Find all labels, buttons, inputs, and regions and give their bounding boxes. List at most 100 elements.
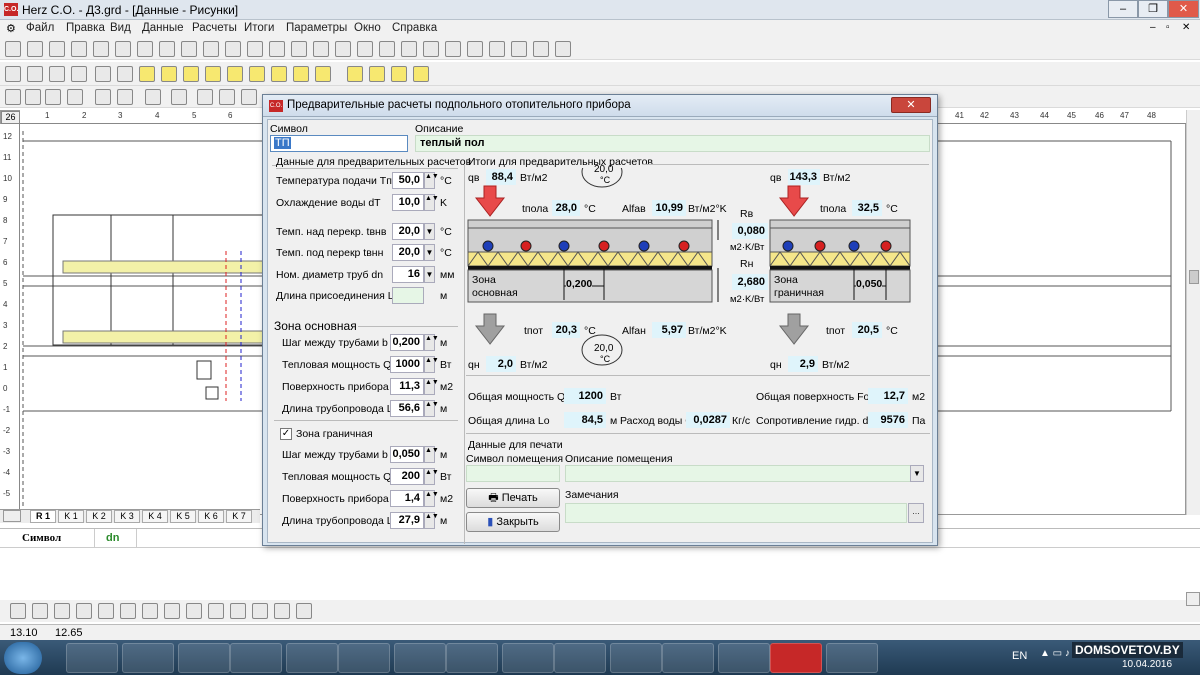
zone_main-value-3[interactable]: 56,6 xyxy=(390,400,424,417)
bottom-tool-icon[interactable] xyxy=(164,603,180,619)
taskbar-app-icon[interactable] xyxy=(122,643,174,673)
zone_edge-value-0[interactable]: 0,050 xyxy=(390,446,424,463)
taskbar-app-icon[interactable] xyxy=(338,643,390,673)
taskbar-app-icon[interactable] xyxy=(66,643,118,673)
sheet-tab-0[interactable]: R 1 xyxy=(30,510,56,523)
zone_edge-value-2[interactable]: 1,4 xyxy=(390,490,424,507)
column-dn[interactable]: dn xyxy=(95,529,137,547)
menu-item-8[interactable]: Справка xyxy=(392,22,437,34)
toolbar-icon[interactable] xyxy=(511,41,527,57)
system-menu-icon[interactable]: ⚙ xyxy=(6,22,16,35)
zone_edge-spinner-icon[interactable]: ▲▼ xyxy=(424,446,439,463)
toolbar-icon[interactable] xyxy=(555,41,571,57)
tool-icon[interactable] xyxy=(139,66,155,82)
room-desc-select[interactable] xyxy=(565,465,911,482)
dropdown-icon[interactable]: ▼ xyxy=(424,223,435,240)
input-value-0[interactable]: 50,0 xyxy=(392,172,424,189)
view-icon[interactable] xyxy=(45,89,61,105)
toolbar-icon[interactable] xyxy=(225,41,241,57)
bottom-tool-icon[interactable] xyxy=(274,603,290,619)
menu-item-1[interactable]: Правка xyxy=(66,22,105,34)
dropdown-icon[interactable]: ▼ xyxy=(424,244,435,261)
toolbar-icon[interactable] xyxy=(423,41,439,57)
toolbar-icon[interactable] xyxy=(93,41,109,57)
zone_main-value-2[interactable]: 11,3 xyxy=(390,378,424,395)
zone_main-spinner-icon[interactable]: ▲▼ xyxy=(424,334,439,351)
input-value-4[interactable]: 16 xyxy=(392,266,424,283)
taskbar-app-icon[interactable] xyxy=(662,643,714,673)
view-icon[interactable] xyxy=(25,89,41,105)
toolbar-icon[interactable] xyxy=(71,41,87,57)
input-value-3[interactable]: 20,0 xyxy=(392,244,424,261)
toolbar-icon[interactable] xyxy=(159,41,175,57)
zone_main-spinner-icon[interactable]: ▲▼ xyxy=(424,356,439,373)
taskbar-app-icon[interactable] xyxy=(230,643,282,673)
maximize-button[interactable]: ❐ xyxy=(1138,0,1168,18)
clock-time[interactable]: DOMSOVETOV.BY xyxy=(1072,642,1183,658)
view-icon[interactable] xyxy=(95,89,111,105)
menu-item-6[interactable]: Параметры xyxy=(286,22,347,34)
sheet-tab-7[interactable]: K 7 xyxy=(226,510,252,523)
dropdown-icon[interactable]: ▼ xyxy=(424,266,435,283)
zone_edge-spinner-icon[interactable]: ▲▼ xyxy=(424,468,439,485)
tool-icon[interactable] xyxy=(391,66,407,82)
tool-icon[interactable] xyxy=(369,66,385,82)
toolbar-icon[interactable] xyxy=(137,41,153,57)
tool-icon[interactable] xyxy=(413,66,429,82)
symbol-input[interactable]: ТП xyxy=(270,135,408,152)
sheet-nav-icon[interactable] xyxy=(3,510,21,522)
tray-icons[interactable]: ▲ ▭ ♪ xyxy=(1040,648,1070,659)
view-icon[interactable] xyxy=(67,89,83,105)
room-symbol-input[interactable] xyxy=(466,465,560,482)
sheet-tab-5[interactable]: K 5 xyxy=(170,510,196,523)
room-desc-dropdown-icon[interactable]: ▼ xyxy=(910,465,924,482)
zone_edge-value-3[interactable]: 27,9 xyxy=(390,512,424,529)
remarks-input[interactable] xyxy=(565,503,907,523)
spinner-icon[interactable]: ▲▼ xyxy=(424,172,439,189)
zone_main-value-1[interactable]: 1000 xyxy=(390,356,424,373)
toolbar-icon[interactable] xyxy=(49,41,65,57)
sheet-tab-4[interactable]: K 4 xyxy=(142,510,168,523)
bottom-tool-icon[interactable] xyxy=(54,603,70,619)
bottom-tool-icon[interactable] xyxy=(186,603,202,619)
spinner-icon[interactable]: ▲▼ xyxy=(424,194,439,211)
toolbar-icon[interactable] xyxy=(181,41,197,57)
toolbar-icon[interactable] xyxy=(5,41,21,57)
view-icon[interactable] xyxy=(241,89,257,105)
tool-icon[interactable] xyxy=(347,66,363,82)
taskbar-app-icon[interactable] xyxy=(554,643,606,673)
tool-icon[interactable] xyxy=(271,66,287,82)
clock-date[interactable]: 10.04.2016 xyxy=(1122,659,1172,670)
sheet-tab-3[interactable]: K 3 xyxy=(114,510,140,523)
toolbar-icon[interactable] xyxy=(291,41,307,57)
toolbar-icon[interactable] xyxy=(357,41,373,57)
toolbar-icon[interactable] xyxy=(247,41,263,57)
view-icon[interactable] xyxy=(117,89,133,105)
zone_edge-spinner-icon[interactable]: ▲▼ xyxy=(424,490,439,507)
tool-icon[interactable] xyxy=(249,66,265,82)
tool-icon[interactable] xyxy=(293,66,309,82)
mdi-close-icon[interactable]: ✕ xyxy=(1182,22,1190,33)
tool-icon[interactable] xyxy=(227,66,243,82)
bottom-tool-icon[interactable] xyxy=(10,603,26,619)
column-symbol[interactable]: Символ xyxy=(0,529,95,547)
taskbar-app-icon[interactable] xyxy=(826,643,878,673)
tool-icon[interactable] xyxy=(161,66,177,82)
zone_edge-spinner-icon[interactable]: ▲▼ xyxy=(424,512,439,529)
remarks-browse-button[interactable]: … xyxy=(908,503,924,523)
tool-icon[interactable] xyxy=(205,66,221,82)
toolbar-icon[interactable] xyxy=(533,41,549,57)
sheet-tab-1[interactable]: K 1 xyxy=(58,510,84,523)
tool-icon[interactable] xyxy=(49,66,65,82)
minimize-button[interactable]: – xyxy=(1108,0,1138,18)
toolbar-icon[interactable] xyxy=(335,41,351,57)
view-icon[interactable] xyxy=(145,89,161,105)
bottom-tool-icon[interactable] xyxy=(252,603,268,619)
bottom-tool-icon[interactable] xyxy=(296,603,312,619)
print-button[interactable]: 🖶 Печать xyxy=(466,488,560,508)
zone_edge-value-1[interactable]: 200 xyxy=(390,468,424,485)
tool-icon[interactable] xyxy=(315,66,331,82)
zone_main-spinner-icon[interactable]: ▲▼ xyxy=(424,400,439,417)
sheet-tab-6[interactable]: K 6 xyxy=(198,510,224,523)
tool-icon[interactable] xyxy=(117,66,133,82)
